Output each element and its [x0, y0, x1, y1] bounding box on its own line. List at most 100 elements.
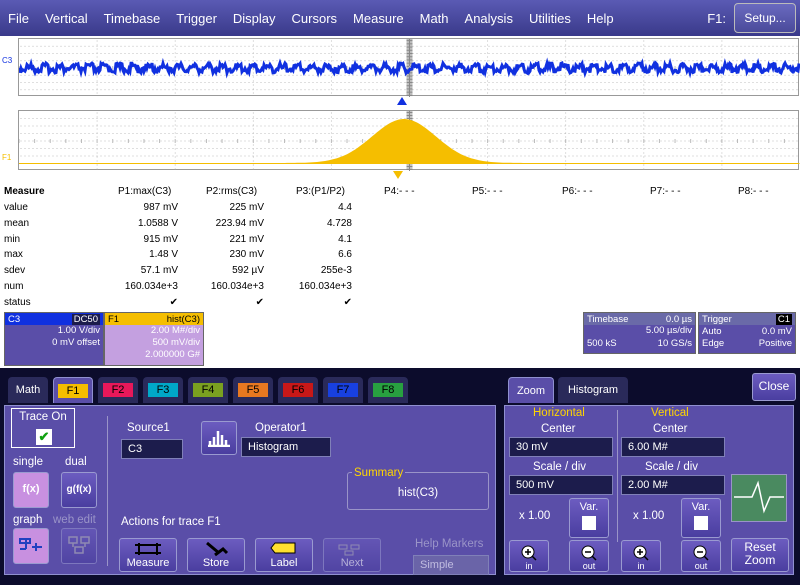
c3-descriptor[interactable]: C3 DC50 1.00 V/div 0 mV offset [4, 312, 104, 366]
tab-f1[interactable]: F1 [53, 377, 93, 403]
single-function-button[interactable]: f(x) [13, 472, 49, 508]
h-center-input[interactable]: 30 mV [509, 437, 613, 457]
f1-function: hist(C3) [166, 313, 200, 325]
menu-math[interactable]: Math [412, 11, 457, 26]
source1-select[interactable]: C3 [121, 439, 183, 459]
measure-icon [135, 543, 161, 555]
tab-label: F7 [328, 383, 358, 397]
measure-param-header[interactable]: P6:- - - [562, 186, 593, 197]
trace-on-checkbox[interactable]: ✔ [36, 429, 52, 445]
v-center-input[interactable]: 6.00 M# [621, 437, 725, 457]
measure-row-label: num [4, 281, 24, 292]
tab-histogram[interactable]: Histogram [558, 377, 628, 403]
measure-action-button[interactable]: Measure [119, 538, 177, 572]
source1-label: Source1 [127, 422, 170, 434]
web-edit-button[interactable] [61, 528, 97, 564]
menu-help[interactable]: Help [579, 11, 622, 26]
graph-mode-button[interactable] [13, 528, 49, 564]
h-var-button[interactable]: Var. [569, 498, 609, 538]
measure-table: Measure P1:max(C3) P2:rms(C3) P3:(P1/P2) P4:… [0, 184, 800, 310]
operator-icon-button[interactable] [201, 421, 237, 455]
measure-row-mean: mean 1.0588 V 223.94 mV 4.728 [0, 218, 800, 234]
menu-timebase[interactable]: Timebase [96, 11, 169, 26]
menu-vertical[interactable]: Vertical [37, 11, 96, 26]
help-markers-label: Help Markers [415, 538, 484, 550]
graph-label: graph [13, 514, 43, 526]
tab-f8[interactable]: F8 [368, 377, 408, 403]
tab-label: F4 [193, 383, 223, 397]
operator1-select[interactable]: Histogram [241, 437, 331, 457]
close-button[interactable]: Close [752, 373, 796, 401]
graph-icon [19, 538, 42, 551]
h-scale-input[interactable]: 500 mV [509, 475, 613, 495]
tab-zoom[interactable]: Zoom [508, 377, 554, 403]
measure-cell: 225 mV [229, 202, 264, 213]
measure-param-header[interactable]: P1:max(C3) [118, 186, 171, 197]
menu-analysis[interactable]: Analysis [457, 11, 521, 26]
label-action-label: Label [270, 557, 298, 569]
measure-param-header[interactable]: P3:(P1/P2) [296, 186, 345, 197]
measure-param-header[interactable]: P7:- - - [650, 186, 681, 197]
timebase-samples: 500 kS [587, 337, 617, 349]
f1-descriptor[interactable]: F1 hist(C3) 2.00 M#/div 500 mV/div 2.0000… [104, 312, 204, 366]
reset-zoom-button[interactable]: Reset Zoom [731, 538, 789, 572]
tab-f2[interactable]: F2 [98, 377, 138, 403]
measure-cell: 160.034e+3 [124, 281, 178, 292]
v-zoom-out-button[interactable]: out [681, 540, 721, 572]
v-var-button[interactable]: Var. [681, 498, 721, 538]
menu-display[interactable]: Display [225, 11, 284, 26]
tab-f5[interactable]: F5 [233, 377, 273, 403]
f1-total: 2.000000 G# [145, 349, 200, 360]
store-action-button[interactable]: Store [187, 538, 245, 572]
measure-param-header[interactable]: P4:- - - [384, 186, 415, 197]
v-zoom-out-label: out [694, 561, 708, 571]
menu-measure[interactable]: Measure [345, 11, 412, 26]
menu-cursors[interactable]: Cursors [284, 11, 346, 26]
measure-row-value: value 987 mV 225 mV 4.4 [0, 202, 800, 218]
v-var-checkbox[interactable] [694, 516, 708, 530]
trace-on-box[interactable]: Trace On ✔ [11, 408, 75, 448]
measure-row-min: min 915 mV 221 mV 4.1 [0, 234, 800, 250]
h-zoom-out-label: out [582, 561, 596, 571]
zoom-setup-panel: Horizontal Vertical Center Center 30 mV … [504, 405, 794, 575]
measure-param-header[interactable]: P5:- - - [472, 186, 503, 197]
measure-cell: 230 mV [229, 249, 264, 261]
dual-function-button[interactable]: g(f(x) [61, 472, 97, 508]
tab-math[interactable]: Math [8, 377, 48, 403]
tab-label: F1 [58, 383, 88, 398]
help-markers-select[interactable]: Simple [413, 555, 489, 575]
timebase-descriptor[interactable]: Timebase 0.0 µs 5.00 µs/div 500 kS 10 GS/s [583, 312, 696, 354]
measure-cell: 4.1 [338, 233, 352, 245]
measure-row-label: max [4, 249, 23, 261]
tab-f7[interactable]: F7 [323, 377, 363, 403]
c3-descriptor-name: C3 [8, 313, 21, 325]
v-scale-input[interactable]: 2.00 M# [621, 475, 725, 495]
single-label: single [13, 456, 44, 468]
tab-label: F3 [148, 383, 178, 397]
timebase-rate: 10 GS/s [657, 337, 692, 349]
h-zoom-in-button[interactable]: in [509, 540, 549, 572]
next-action-label: Next [340, 557, 364, 569]
menu-trigger[interactable]: Trigger [168, 11, 225, 26]
tab-f3[interactable]: F3 [143, 377, 183, 403]
h-zoom-out-button[interactable]: out [569, 540, 609, 572]
tab-f4[interactable]: F4 [188, 377, 228, 403]
f1-grid[interactable] [18, 110, 800, 171]
measure-param-header[interactable]: P2:rms(C3) [206, 186, 257, 197]
label-action-button[interactable]: Label [255, 538, 313, 572]
setup-button[interactable]: Setup... [734, 3, 796, 33]
trigger-descriptor[interactable]: Trigger C1 Auto 0.0 mV Edge Positive [698, 312, 796, 354]
tab-f6[interactable]: F6 [278, 377, 318, 403]
measure-row-status: status ✔ ✔ ✔ [0, 297, 800, 313]
menu-utilities[interactable]: Utilities [521, 11, 579, 26]
c3-grid[interactable] [17, 38, 800, 97]
v-zoom-in-button[interactable]: in [621, 540, 661, 572]
f1-hdiv: 2.00 M#/div [150, 325, 200, 336]
f1-marker-icon [393, 171, 403, 179]
menu-file[interactable]: File [0, 11, 37, 26]
measure-param-header[interactable]: P8:- - - [738, 186, 769, 197]
next-action-button[interactable]: Next [323, 538, 381, 572]
measure-cell: 4.728 [326, 217, 352, 229]
store-icon [206, 541, 229, 557]
h-var-checkbox[interactable] [582, 516, 596, 530]
